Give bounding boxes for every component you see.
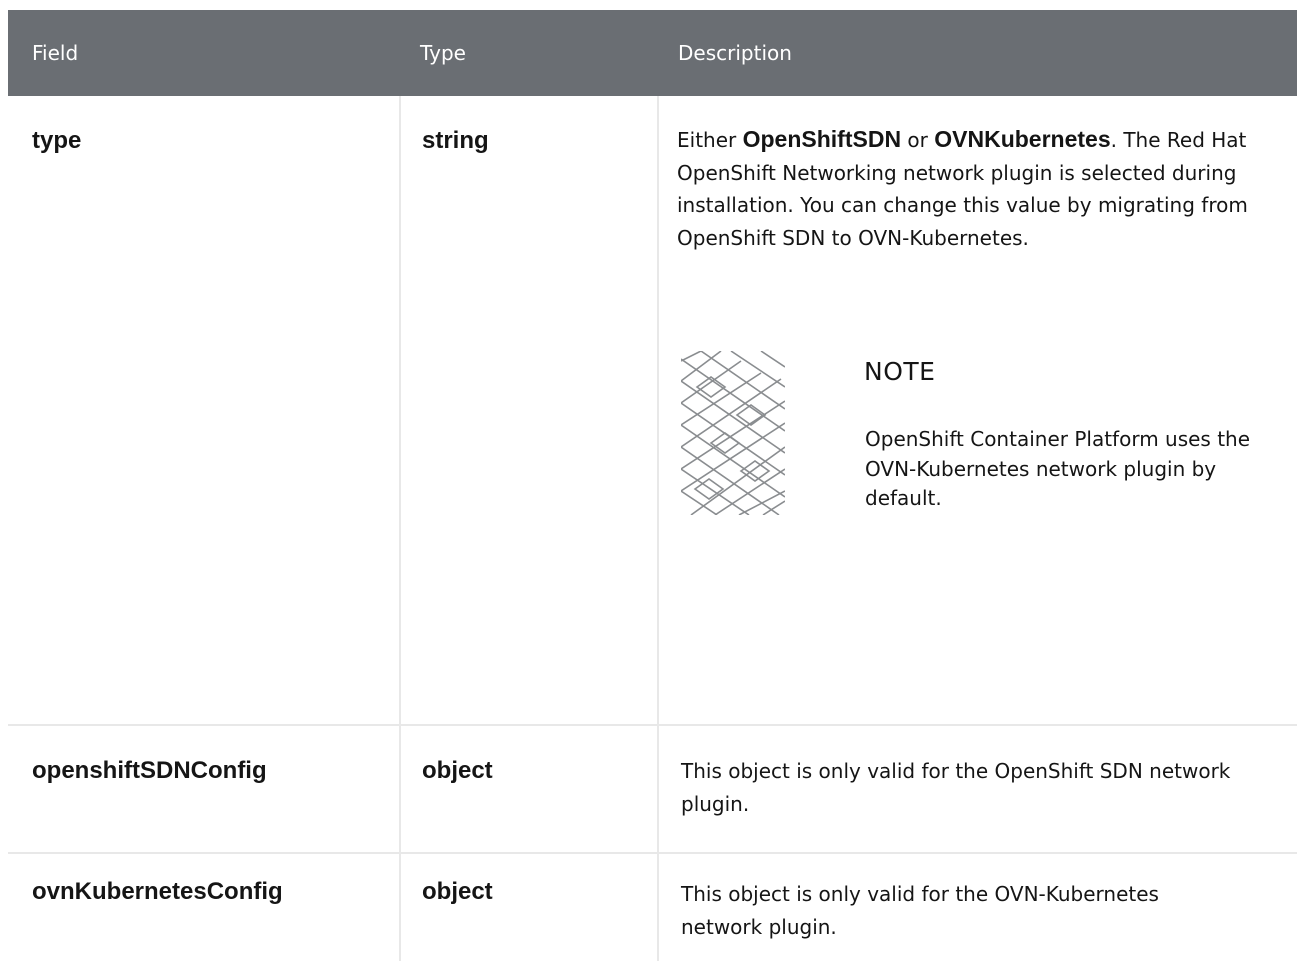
column-divider-2 [657, 96, 659, 961]
option-openshiftsdn: OpenShiftSDN [742, 126, 902, 152]
header-field: Field [32, 41, 79, 65]
field-description: This object is only valid for the OpenSh… [681, 759, 1231, 816]
table-header: Field Type Description [8, 10, 1297, 96]
fields-table: Field Type Description type string Eithe… [8, 10, 1297, 961]
option-ovnkubernetes: OVNKubernetes [934, 126, 1111, 152]
field-type: string [422, 127, 489, 154]
field-type: object [422, 878, 493, 905]
field-name: ovnKubernetesConfig [32, 878, 283, 905]
row-divider-1 [8, 724, 1297, 726]
row-divider-2 [8, 852, 1297, 854]
field-description: This object is only valid for the OVN-Ku… [681, 882, 1159, 939]
header-type: Type [420, 41, 466, 65]
field-name: openshiftSDNConfig [32, 757, 267, 784]
field-name: type [32, 127, 82, 154]
note-text: OpenShift Container Platform uses the OV… [865, 427, 1251, 510]
field-description: Either OpenShiftSDN or OVNKubernetes. Th… [677, 126, 1248, 250]
note-pattern-icon [680, 350, 786, 516]
field-type: object [422, 757, 493, 784]
column-divider-1 [399, 96, 401, 961]
note-title: NOTE [864, 357, 936, 386]
header-description: Description [678, 41, 792, 65]
